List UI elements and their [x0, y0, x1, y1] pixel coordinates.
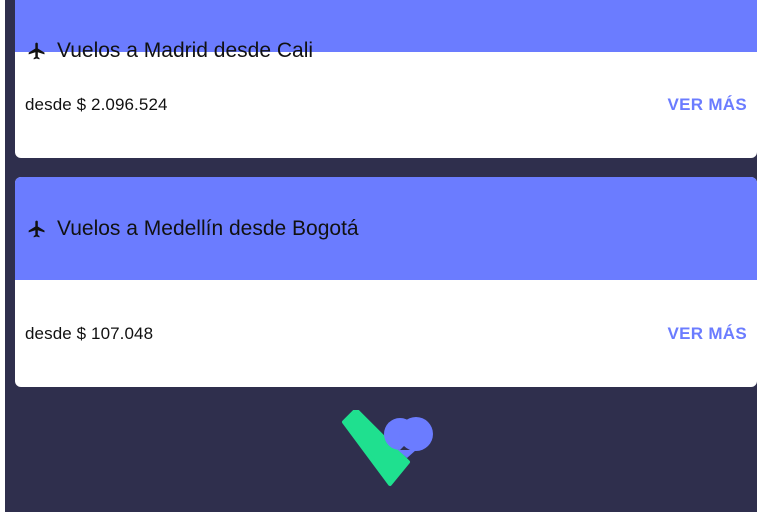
route-card[interactable]: Vuelos a Madrid desde Cali desde $ 2.096… — [15, 0, 757, 158]
route-card-body: desde $ 107.048 VER MÁS — [15, 280, 757, 387]
ver-mas-link[interactable]: VER MÁS — [667, 324, 747, 344]
route-title: Vuelos a Medellín desde Bogotá — [57, 216, 359, 240]
route-price: desde $ 107.048 — [25, 323, 154, 343]
airplane-icon — [27, 219, 47, 239]
route-card-body: desde $ 2.096.524 VER MÁS — [15, 52, 757, 158]
route-card-header: Vuelos a Madrid desde Cali — [15, 0, 757, 62]
route-card-header: Vuelos a Medellín desde Bogotá — [15, 177, 757, 280]
airplane-icon — [27, 41, 47, 61]
ver-mas-link[interactable]: VER MÁS — [667, 95, 747, 115]
route-title: Vuelos a Madrid desde Cali — [57, 39, 314, 62]
app-frame: Vuelos a Madrid desde Cali desde $ 2.096… — [5, 0, 757, 512]
route-price: desde $ 2.096.524 — [25, 95, 168, 114]
route-card[interactable]: Vuelos a Medellín desde Bogotá desde $ 1… — [15, 177, 757, 387]
brand-logo — [338, 408, 438, 490]
